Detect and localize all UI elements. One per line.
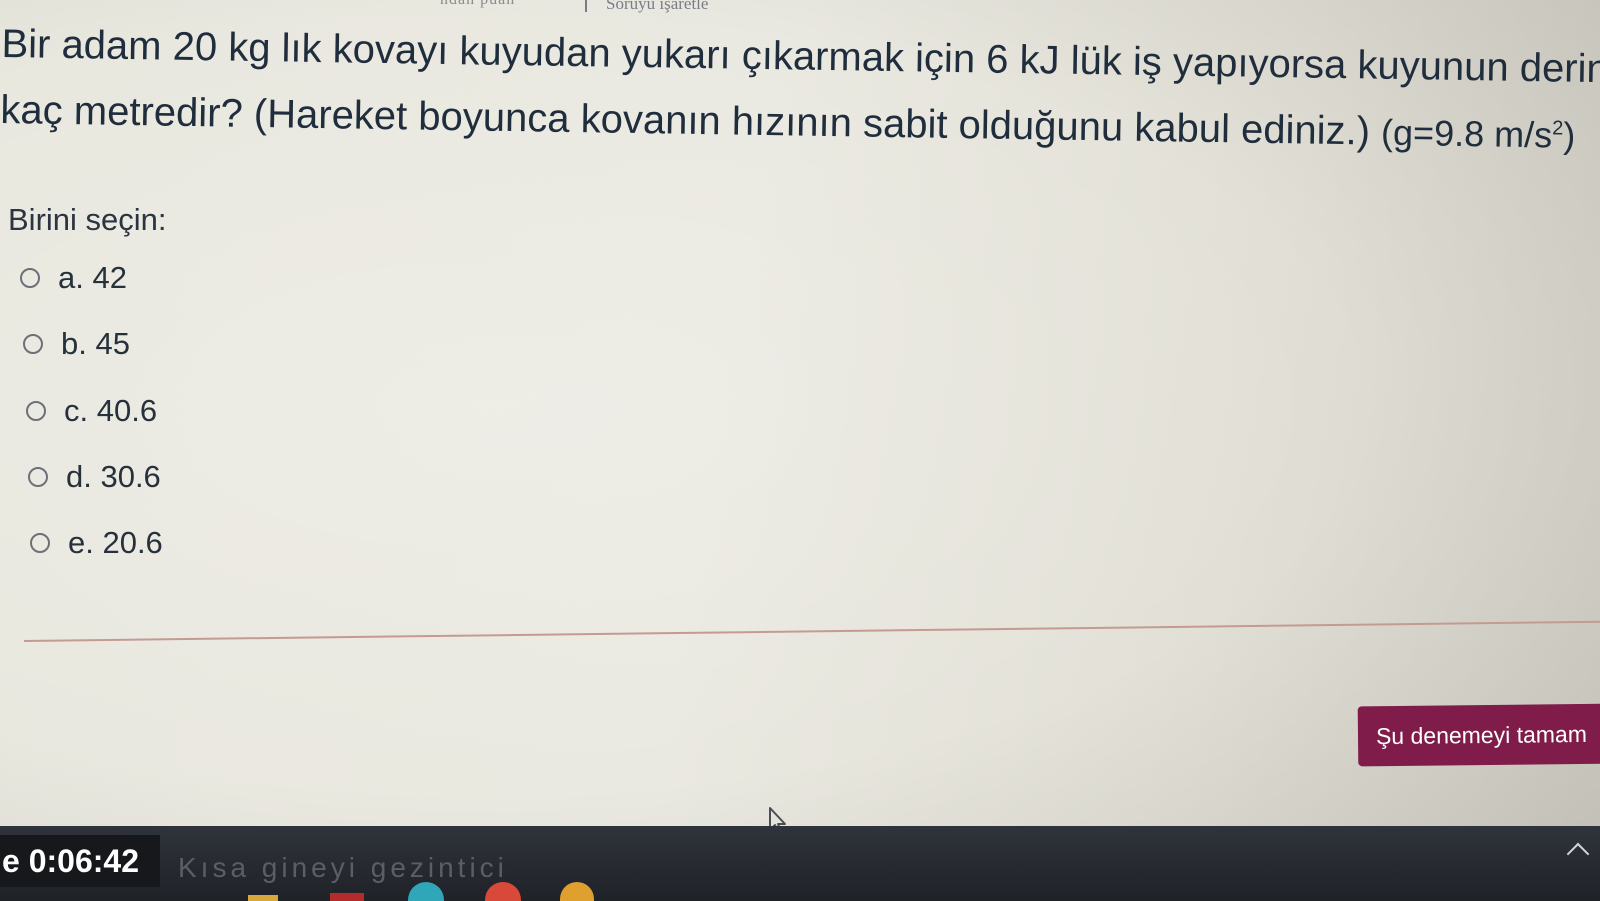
timer-prefix: e bbox=[2, 842, 20, 879]
option-c-label[interactable]: c. 40.6 bbox=[64, 393, 157, 429]
flag-icon[interactable] bbox=[585, 0, 593, 12]
file-explorer-icon[interactable] bbox=[248, 895, 278, 901]
option-e-label[interactable]: e. 20.6 bbox=[68, 525, 163, 561]
flag-question-link[interactable]: Soruyu işaretle bbox=[606, 0, 708, 14]
finish-attempt-button[interactable]: Şu denemeyi tamam bbox=[1357, 703, 1600, 767]
radio-icon[interactable] bbox=[20, 268, 40, 288]
timer-value: 0:06:42 bbox=[28, 842, 139, 879]
option-b-label[interactable]: b. 45 bbox=[61, 326, 130, 362]
question-line-2-text: kaç metredir? (Hareket boyunca kovanın h… bbox=[0, 87, 1371, 154]
quiz-info-strip: ndan puan Soruyu işaretle bbox=[0, 0, 1600, 14]
question-text: Bir adam 20 kg lık kovayı kuyudan yukarı… bbox=[0, 14, 1600, 166]
option-a-label[interactable]: a. 42 bbox=[58, 260, 127, 296]
radio-icon[interactable] bbox=[30, 533, 50, 553]
quiz-timer: e 0:06:42 bbox=[0, 835, 160, 887]
radio-icon[interactable] bbox=[28, 467, 48, 487]
option-d-label[interactable]: d. 30.6 bbox=[66, 459, 161, 495]
formula-base: (g=9.8 m/s bbox=[1380, 111, 1553, 156]
option-d[interactable]: d. 30.6 bbox=[28, 457, 161, 497]
option-b[interactable]: b. 45 bbox=[23, 324, 130, 364]
radio-icon[interactable] bbox=[23, 334, 43, 354]
radio-icon[interactable] bbox=[26, 401, 46, 421]
option-a[interactable]: a. 42 bbox=[20, 258, 127, 298]
section-divider bbox=[24, 620, 1600, 642]
taskbar-search-hint[interactable]: Kısa gineyi gezintici bbox=[178, 852, 508, 884]
option-c[interactable]: c. 40.6 bbox=[26, 391, 157, 431]
formula-close: ) bbox=[1562, 114, 1576, 156]
choose-one-prompt: Birini seçin: bbox=[8, 202, 167, 237]
formula-exponent: 2 bbox=[1552, 117, 1564, 140]
office-icon[interactable] bbox=[330, 893, 364, 901]
option-e[interactable]: e. 20.6 bbox=[30, 523, 163, 563]
gravity-formula: (g=9.8 m/s2) bbox=[1381, 112, 1576, 156]
points-text: ndan puan bbox=[440, 0, 515, 9]
